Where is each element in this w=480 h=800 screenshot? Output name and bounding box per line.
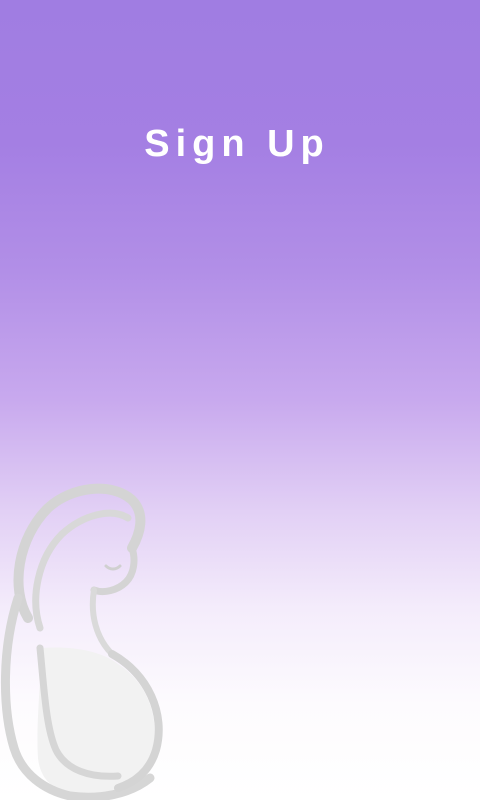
page-title: Sign Up [144,123,330,165]
signup-screen: Sign Up [0,0,480,800]
pregnant-woman-icon [0,483,163,800]
